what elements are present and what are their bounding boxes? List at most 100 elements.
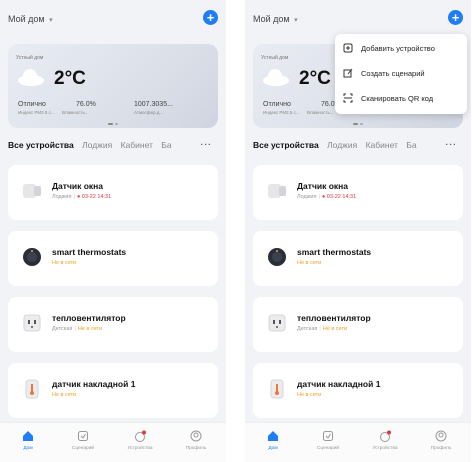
nav-home[interactable]: Дом <box>251 429 295 451</box>
smart-icon <box>379 429 391 442</box>
device-offline: Не в сети <box>52 392 77 398</box>
nav-scenario[interactable]: Сценарий <box>61 429 105 451</box>
nav-label: Сценарий <box>316 446 340 451</box>
nav-smart[interactable]: Устройства <box>118 429 162 451</box>
room-tabs: Все устройства Лоджия Кабинет Ба ··· <box>8 139 222 154</box>
nav-smart[interactable]: Устройства <box>363 429 407 451</box>
device-status: Лоджия | ● 03-22 14:31 <box>297 194 357 200</box>
nav-label: Дом <box>23 446 33 451</box>
device-alert-time: 03-22 14:31 <box>81 194 112 200</box>
window-sensor-icon <box>265 179 289 203</box>
device-name: тепловентилятор <box>297 313 371 323</box>
tab-office[interactable]: Кабинет <box>121 140 153 150</box>
window-sensor-icon <box>20 179 44 203</box>
edit-icon <box>343 68 353 78</box>
chevron-down-icon: ▾ <box>294 17 298 24</box>
tab-loggia[interactable]: Лоджия <box>82 140 112 150</box>
device-card-overlay-sensor[interactable]: датчик накладной 1 Не в сети <box>253 363 463 418</box>
nav-label: Профиль <box>430 446 452 451</box>
air-quality-label: Индекс PM2.5 с... <box>263 110 300 115</box>
tab-truncated[interactable]: Ба <box>161 140 171 150</box>
nav-label: Сценарий <box>71 446 95 451</box>
menu-add-device[interactable]: Добавить устройство <box>343 42 463 58</box>
alert-icon: ● <box>76 194 81 200</box>
device-card-heater[interactable]: тепловентилятор Детская | Не в сети <box>8 297 218 352</box>
header: Мой дом ▾ + <box>8 10 218 30</box>
device-status: Лоджия | ● 03-22 14:31 <box>52 194 112 200</box>
add-button[interactable]: + <box>448 10 463 25</box>
device-name: Датчик окна <box>52 181 104 191</box>
room-tabs: Все устройства Лоджия Кабинет Ба ··· <box>253 139 467 154</box>
alert-icon: ● <box>321 194 326 200</box>
weather-location: Устный дом <box>16 55 44 61</box>
menu-scan-qr[interactable]: Сканировать QR код <box>343 92 463 108</box>
scenario-icon <box>77 429 89 441</box>
device-card-thermostat[interactable]: smart thermostats Не в сети <box>253 231 463 286</box>
home-icon <box>267 429 279 441</box>
device-offline: Не в сети <box>297 392 322 398</box>
smart-icon <box>134 429 146 442</box>
air-quality-value: Отлично <box>18 101 46 108</box>
carousel-indicator <box>108 123 118 125</box>
humidity-label: Влажность... <box>62 110 89 115</box>
add-device-icon <box>343 43 353 53</box>
device-offline: Не в сети <box>77 326 103 332</box>
device-room: Лоджия <box>297 194 317 200</box>
cloud-icon <box>261 68 291 86</box>
pressure-value: 1007.3035... <box>134 101 173 108</box>
device-card-thermostat[interactable]: smart thermostats Не в сети <box>8 231 218 286</box>
home-icon <box>22 429 34 441</box>
device-name: Датчик окна <box>297 181 349 191</box>
device-status: Не в сети <box>297 392 321 398</box>
more-icon[interactable]: ··· <box>446 139 458 149</box>
device-card-window-sensor[interactable]: Датчик окна Лоджия | ● 03-22 14:31 <box>8 165 218 220</box>
scenario-icon <box>322 429 334 441</box>
device-status: Детская | Не в сети <box>52 326 103 332</box>
device-alert-time: 03-22 14:31 <box>326 194 357 200</box>
device-name: датчик накладной 1 <box>52 379 136 389</box>
socket-icon <box>265 311 289 335</box>
nav-label: Устройства <box>127 446 153 451</box>
thermostat-icon <box>20 245 44 269</box>
home-selector[interactable]: Мой дом ▾ <box>253 14 298 24</box>
carousel-indicator <box>353 123 363 125</box>
device-offline: Не в сети <box>322 326 348 332</box>
menu-create-scenario[interactable]: Создать сценарий <box>343 67 463 83</box>
air-quality-label: Индекс PM2.5 с... <box>18 110 55 115</box>
nav-label: Дом <box>268 446 278 451</box>
device-status: Не в сети <box>52 260 76 266</box>
weather-location: Устный дом <box>261 55 289 61</box>
tab-all-devices[interactable]: Все устройства <box>8 140 74 150</box>
right-screen: Мой дом ▾ + Устный дом 2°C Отлично 76.0%… <box>245 0 471 462</box>
device-card-heater[interactable]: тепловентилятор Детская | Не в сети <box>253 297 463 352</box>
device-name: тепловентилятор <box>52 313 126 323</box>
profile-icon <box>190 429 202 442</box>
nav-profile[interactable]: Профиль <box>174 429 218 451</box>
device-offline: Не в сети <box>297 260 322 266</box>
temperature: 2°C <box>299 68 331 89</box>
left-screen: Мой дом ▾ + Устный дом 2°C Отлично 76.0%… <box>0 0 226 462</box>
add-button[interactable]: + <box>203 10 218 25</box>
nav-profile[interactable]: Профиль <box>419 429 463 451</box>
device-card-window-sensor[interactable]: Датчик окна Лоджия | ● 03-22 14:31 <box>253 165 463 220</box>
thermostat-icon <box>265 245 289 269</box>
device-name: датчик накладной 1 <box>297 379 381 389</box>
temperature: 2°C <box>54 68 86 89</box>
tab-all-devices[interactable]: Все устройства <box>253 140 319 150</box>
home-selector[interactable]: Мой дом ▾ <box>8 14 53 24</box>
device-card-overlay-sensor[interactable]: датчик накладной 1 Не в сети <box>8 363 218 418</box>
nav-label: Устройства <box>372 446 398 451</box>
menu-label: Сканировать QR код <box>361 94 434 103</box>
tab-truncated[interactable]: Ба <box>406 140 416 150</box>
device-status: Не в сети <box>297 260 321 266</box>
more-icon[interactable]: ··· <box>201 139 213 149</box>
nav-home[interactable]: Дом <box>6 429 50 451</box>
cloud-icon <box>16 68 46 86</box>
weather-card[interactable]: Устный дом 2°C Отлично 76.0% 1007.3035..… <box>8 44 218 128</box>
temperature-sensor-icon <box>20 377 44 401</box>
nav-scenario[interactable]: Сценарий <box>306 429 350 451</box>
air-quality-value: Отлично <box>263 101 291 108</box>
tab-loggia[interactable]: Лоджия <box>327 140 357 150</box>
tab-office[interactable]: Кабинет <box>366 140 398 150</box>
device-status: Детская | Не в сети <box>297 326 348 332</box>
